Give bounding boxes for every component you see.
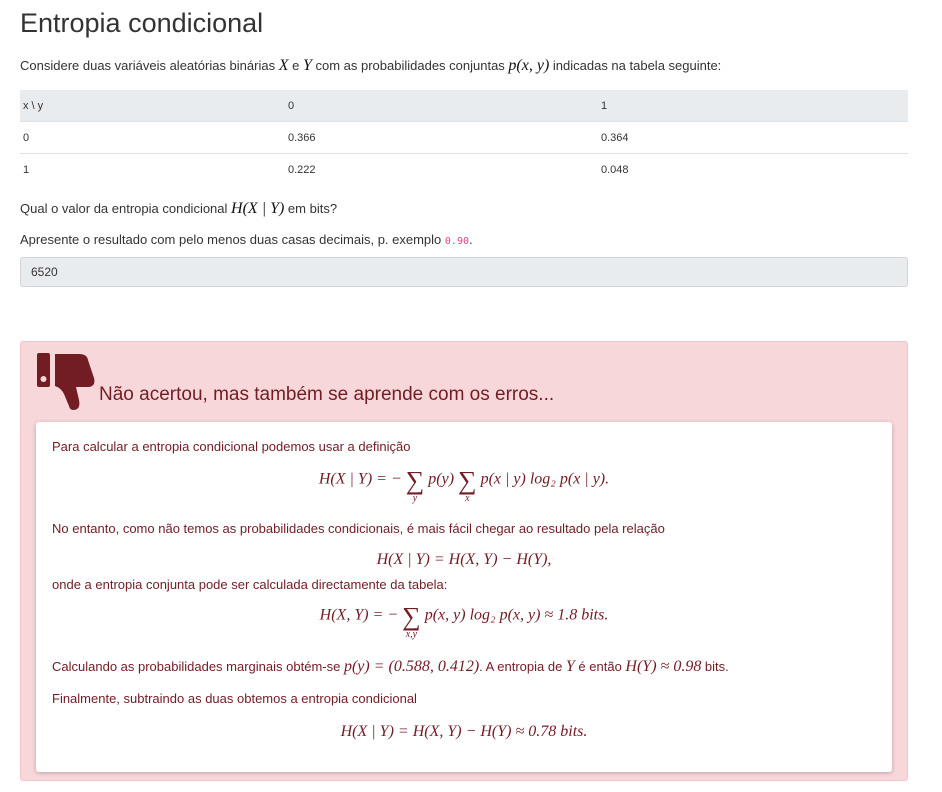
explanation-p5: Finalmente, subtraindo as duas obtemos a…	[52, 691, 417, 706]
explanation-p4: Calculando as probabilidades marginais o…	[52, 658, 729, 675]
question-expr: H(X | Y)	[231, 200, 285, 217]
sum-operator: ∑ y	[405, 466, 425, 504]
thumbs-down-icon	[37, 353, 95, 410]
page-title: Entropia condicional	[20, 8, 264, 38]
sum-operator: ∑ x	[458, 466, 477, 504]
equation-joint: H(X, Y) = − ∑ x,y p(x, y) log₂ p(x, y) ≈ …	[319, 602, 609, 640]
feedback-heading: Não acertou, mas também se aprende com o…	[99, 384, 555, 405]
intro-text: Considere duas variáveis aleatórias biná…	[20, 57, 722, 74]
table-cell: 0.048	[601, 163, 629, 176]
explanation-p3: onde a entropia conjunta pode ser calcul…	[52, 577, 448, 592]
table-row: 1 0.222 0.048	[20, 154, 908, 186]
table-cell: 0	[20, 121, 285, 154]
probability-table: x \ y 0 1 0 0.366 0.364 1 0.222 0.048	[20, 90, 908, 185]
table-cell: 0.222	[288, 163, 316, 176]
explanation-card: Para calcular a entropia condicional pod…	[36, 422, 892, 772]
answer-input[interactable]: 6520	[20, 257, 908, 287]
question-text: Qual o valor da entropia condicional H(X…	[20, 200, 338, 217]
explanation-p1: Para calcular a entropia condicional pod…	[52, 439, 411, 454]
explanation-p2: No entanto, como não temos as probabilid…	[52, 521, 665, 536]
equation-relation: H(X | Y) = H(X, Y) − H(Y),	[376, 551, 552, 568]
table-cell: 0.366	[285, 121, 598, 154]
var-y: Y	[302, 57, 312, 74]
hint-text: Apresente o resultado com pelo menos dua…	[20, 232, 473, 247]
feedback-alert: Não acertou, mas também se aprende com o…	[20, 341, 908, 781]
joint-prob-expr: p(x, y)	[508, 57, 550, 74]
table-header: 0	[285, 90, 598, 122]
table-cell: 1	[23, 163, 30, 176]
problem-section: Entropia condicional Considere duas vari…	[20, 0, 908, 287]
table-row: 0 0.366 0.364	[20, 121, 908, 154]
example-code: 0.90	[444, 236, 469, 247]
table-header: x \ y	[20, 90, 285, 122]
table-cell: 0.364	[598, 121, 908, 154]
sum-operator: ∑ x,y	[402, 602, 421, 640]
table-header-row: x \ y 0 1	[20, 90, 908, 122]
table-header: 1	[598, 90, 908, 122]
equation-result: H(X | Y) = H(X, Y) − H(Y) ≈ 0.78 bits.	[340, 723, 588, 740]
equation-definition: H(X | Y) = − ∑ y p(y) ∑ x p(x | y) log₂ p(…	[318, 466, 610, 504]
